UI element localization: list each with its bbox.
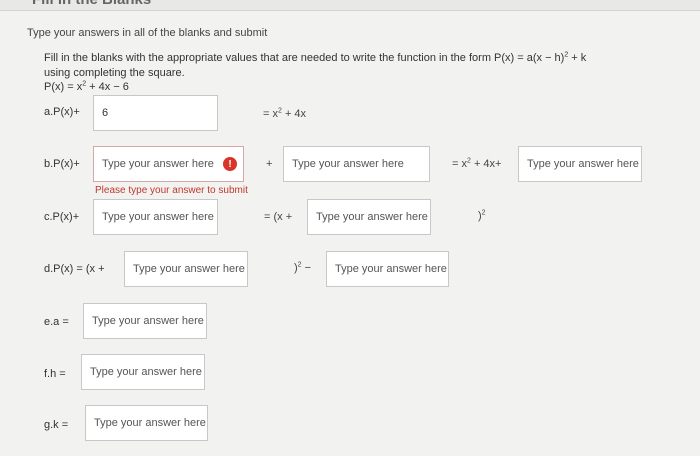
prompt-line1-end: + k <box>568 52 587 64</box>
row-e-label: e.a = <box>44 316 69 328</box>
row-b-answer-input-2[interactable]: Type your answer here <box>283 146 430 182</box>
error-message: Please type your answer to submit <box>95 185 248 196</box>
error-icon: ! <box>223 157 237 171</box>
row-g-label: g.k = <box>44 419 69 431</box>
row-a-answer-input[interactable]: 6 <box>93 95 218 131</box>
row-c-answer-input-2[interactable]: Type your answer here <box>307 199 431 235</box>
prompt-line2: using completing the square. <box>44 67 185 79</box>
row-d-middle-text: )2 − <box>294 261 312 274</box>
page-header-bar: Fill in the Blanks <box>0 0 700 11</box>
row-c-label: c.P(x)+ <box>44 211 80 223</box>
row-c-exponent: 2 <box>481 209 486 217</box>
row-b-answer-input-3[interactable]: Type your answer here <box>518 146 642 182</box>
row-d-answer-input-1[interactable]: Type your answer here <box>124 251 248 287</box>
page-header-title: Fill in the Blanks <box>32 0 151 8</box>
row-d-minus: − <box>301 262 312 274</box>
row-c-middle-text: = (x + <box>264 211 293 223</box>
function-definition: P(x) = x2 + 4x − 6 <box>44 80 129 93</box>
row-c-close-paren: )2 <box>478 209 486 222</box>
row-b-label: b.P(x)+ <box>44 158 80 170</box>
prompt-line1: Fill in the blanks with the appropriate … <box>44 52 565 64</box>
row-a-label: a.P(x)+ <box>44 106 80 118</box>
row-b-expr-text: = x <box>452 158 467 170</box>
row-f-label: f.h = <box>44 368 66 380</box>
row-d-answer-input-2[interactable]: Type your answer here <box>326 251 449 287</box>
row-g-answer-input[interactable]: Type your answer here <box>85 405 208 441</box>
row-a-expr-rest: + 4x <box>281 108 307 120</box>
row-a-expr-text: = x <box>263 108 278 120</box>
row-e-answer-input[interactable]: Type your answer here <box>83 303 207 339</box>
question-prompt: Fill in the blanks with the appropriate … <box>44 51 586 81</box>
row-b-expression: = x2 + 4x+ <box>452 157 502 170</box>
row-d-label: d.P(x) = (x + <box>44 263 105 275</box>
row-b-expr-rest: + 4x+ <box>470 158 502 170</box>
row-b-answer-input-1[interactable]: Type your answer here ! <box>93 146 244 182</box>
row-f-answer-input[interactable]: Type your answer here <box>81 354 205 390</box>
instructions-text: Type your answers in all of the blanks a… <box>27 27 268 39</box>
row-b-plus: + <box>266 158 273 170</box>
function-text: P(x) = x <box>44 81 83 93</box>
row-b-input-1-placeholder: Type your answer here <box>102 158 214 170</box>
row-c-answer-input-1[interactable]: Type your answer here <box>93 199 218 235</box>
function-rest: + 4x − 6 <box>86 81 129 93</box>
row-a-expression: = x2 + 4x <box>263 107 307 120</box>
